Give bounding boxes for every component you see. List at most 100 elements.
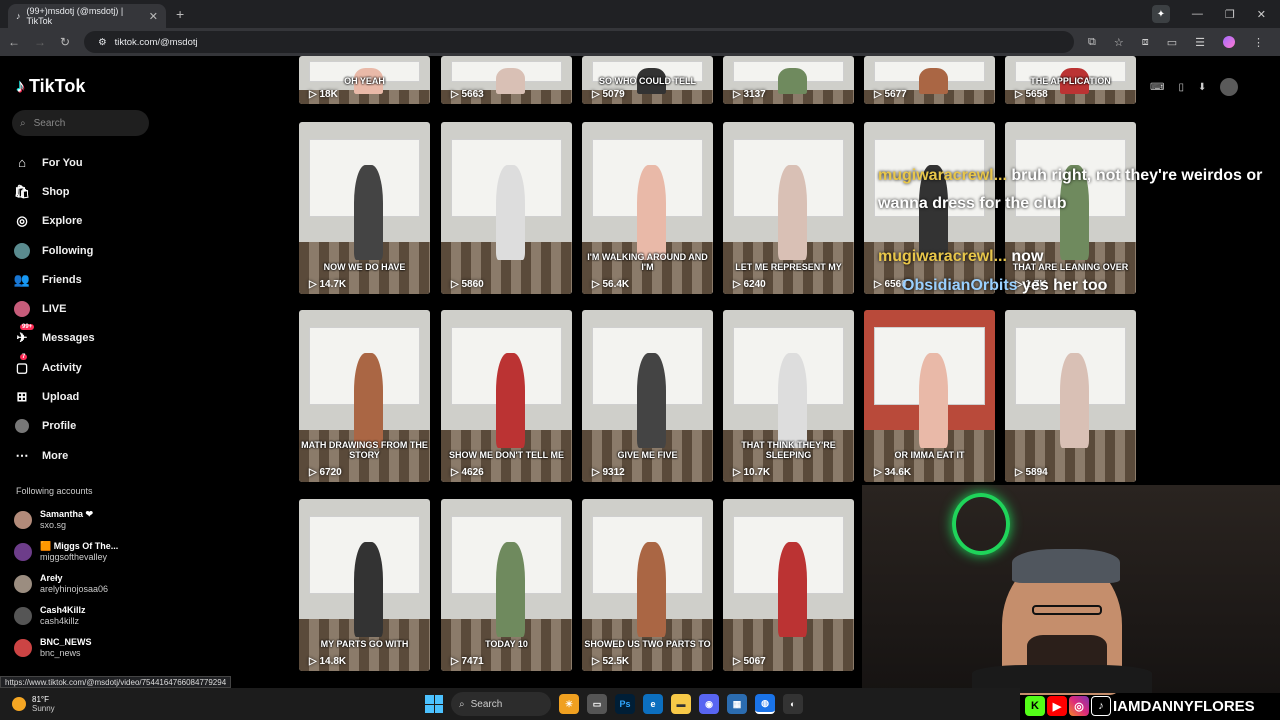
- following-account[interactable]: Cash4Killz cash4killz: [14, 600, 164, 632]
- keyboard-icon[interactable]: ⌨: [1150, 82, 1164, 93]
- video-thumbnail[interactable]: ▷ 5663: [441, 56, 572, 104]
- video-thumbnail[interactable]: I'M WALKING AROUND AND I'M ▷ 56.4K: [582, 122, 713, 294]
- new-tab-icon[interactable]: +: [176, 6, 184, 22]
- reload-icon[interactable]: ↻: [60, 35, 70, 49]
- close-tab-icon[interactable]: ✕: [149, 10, 158, 23]
- view-count-value: 34.6K: [884, 467, 912, 478]
- extensions-icon[interactable]: ⧈: [1142, 36, 1149, 49]
- taskbar-search[interactable]: ⌕ Search: [451, 692, 551, 716]
- minimize-icon[interactable]: —: [1192, 8, 1203, 20]
- view-count: ▷ 34.6K: [874, 467, 911, 478]
- app-icon-store[interactable]: ▦: [727, 694, 747, 714]
- video-thumbnail[interactable]: MATH DRAWINGS FROM THE STORY ▷ 6720: [299, 310, 430, 482]
- discord-icon[interactable]: ◉: [699, 694, 719, 714]
- sidebar-item-explore[interactable]: ◎ Explore: [14, 207, 164, 236]
- sidebar-item-for-you[interactable]: ⌂ For You: [14, 148, 164, 177]
- chat-message: mugiwaracrewl... now: [878, 248, 1043, 266]
- chat-username: ObsidianOrbits: [902, 277, 1018, 294]
- status-url-tooltip: https://www.tiktok.com/@msdotj/video/754…: [0, 676, 232, 688]
- view-count-value: 5677: [884, 89, 907, 100]
- teacher-figure: [637, 353, 666, 448]
- video-thumbnail[interactable]: ▷ 3137: [723, 56, 854, 104]
- tiktok-favicon-icon: ♪: [16, 11, 21, 21]
- video-thumbnail[interactable]: SHOWED US TWO PARTS TO ▷ 52.5K: [582, 499, 713, 671]
- address-bar[interactable]: ⚙ tiktok.com/@msdotj: [84, 31, 1074, 53]
- app-icon-widgets[interactable]: ☀: [559, 694, 579, 714]
- bookmark-star-icon[interactable]: ☆: [1114, 36, 1124, 49]
- play-icon: ▷: [592, 656, 603, 667]
- sidebar-item-upload[interactable]: ⊞ Upload: [14, 382, 164, 411]
- view-count-value: 14.8K: [319, 656, 347, 667]
- sidebar-item-following[interactable]: Following: [14, 236, 164, 265]
- install-icon[interactable]: ⧉: [1088, 36, 1096, 49]
- video-thumbnail[interactable]: ▷ 5677: [864, 56, 995, 104]
- neon-sign: [952, 493, 1010, 555]
- site-info-icon[interactable]: ⚙: [98, 37, 107, 48]
- following-account[interactable]: BNC_NEWS bnc_news: [14, 632, 164, 664]
- edge-icon[interactable]: e: [643, 694, 663, 714]
- windows-start-icon[interactable]: [425, 695, 443, 713]
- video-thumbnail[interactable]: TODAY 10 ▷ 7471: [441, 499, 572, 671]
- file-explorer-icon[interactable]: ▬: [671, 694, 691, 714]
- account-handle: miggsofthevalley: [40, 552, 108, 562]
- friends-icon: 👥: [13, 271, 31, 287]
- video-thumbnail[interactable]: ▷ 5860: [441, 122, 572, 294]
- app-icon-obs[interactable]: ◐: [783, 694, 803, 714]
- gemini-icon[interactable]: ✦: [1151, 5, 1170, 23]
- user-avatar[interactable]: [1220, 78, 1239, 96]
- video-thumbnail[interactable]: OR IMMA EAT IT ▷ 34.6K: [864, 310, 995, 482]
- video-thumbnail[interactable]: THAT THINK THEY'RE SLEEPING ▷ 10.7K: [723, 310, 854, 482]
- video-caption: OR IMMA EAT IT: [894, 450, 965, 460]
- chat-message: ObsidianOrbits yes her too: [902, 277, 1107, 295]
- nav-label: Profile: [42, 420, 77, 433]
- video-thumbnail[interactable]: ▷ 5894: [1005, 310, 1136, 482]
- sidebar-item-shop[interactable]: 🛍 Shop: [14, 177, 164, 206]
- video-thumbnail[interactable]: SO WHO COULD TELL ▷ 5079: [582, 56, 713, 104]
- kick-icon: K: [1025, 696, 1045, 716]
- download-icon[interactable]: ⬇: [1198, 82, 1206, 93]
- cast-icon[interactable]: ▭: [1167, 36, 1177, 49]
- search-input[interactable]: ⌕ Search: [12, 110, 149, 136]
- account-handle: bnc_news: [40, 648, 81, 658]
- teacher-figure: [919, 353, 948, 448]
- close-window-icon[interactable]: ✕: [1257, 8, 1266, 21]
- restore-icon[interactable]: ❐: [1225, 8, 1235, 21]
- weather-widget[interactable]: 81°F Sunny: [12, 695, 55, 713]
- sidebar-item-friends[interactable]: 👥 Friends: [14, 265, 164, 294]
- search-icon: ⌕: [20, 117, 26, 129]
- video-thumbnail[interactable]: SHOW ME DON'T TELL ME ▷ 4626: [441, 310, 572, 482]
- view-count: ▷ 6240: [733, 279, 766, 290]
- task-view-icon[interactable]: ▭: [587, 694, 607, 714]
- video-thumbnail[interactable]: ▷ 5067: [723, 499, 854, 671]
- profile-avatar-icon[interactable]: [1223, 35, 1235, 48]
- sidebar-item-profile[interactable]: Profile: [14, 412, 164, 441]
- phone-icon[interactable]: ▯: [1178, 82, 1184, 93]
- following-account[interactable]: Areły arelyhinojosaa06: [14, 568, 164, 600]
- activity-icon: ▢ 7: [15, 353, 29, 375]
- video-thumbnail[interactable]: NOW WE DO HAVE ▷ 14.7K: [299, 122, 430, 294]
- reading-list-icon[interactable]: ☰: [1195, 36, 1205, 49]
- video-caption: SHOWED US TWO PARTS TO: [584, 639, 711, 649]
- chrome-icon[interactable]: ◍: [755, 694, 775, 714]
- back-icon[interactable]: ←: [8, 35, 20, 49]
- sidebar-item-messages[interactable]: ✈ 99+ Messages: [14, 324, 164, 353]
- sidebar-item-live[interactable]: LIVE: [14, 294, 164, 323]
- video-thumbnail[interactable]: GIVE ME FIVE ▷ 9312: [582, 310, 713, 482]
- sidebar-item-more[interactable]: ⋯ More: [14, 441, 164, 470]
- sidebar-item-activity[interactable]: ▢ 7 Activity: [14, 353, 164, 382]
- video-thumbnail[interactable]: THE APPLICATION ▷ 5658: [1005, 56, 1136, 104]
- kebab-menu-icon[interactable]: ⋮: [1253, 36, 1264, 49]
- messages-icon: ✈ 99+: [16, 324, 35, 346]
- browser-tab[interactable]: ♪ (99+)msdotj (@msdotj) | TikTok ✕: [8, 4, 166, 28]
- tiktok-logo[interactable]: ♪ TikTok: [16, 76, 85, 97]
- following-account[interactable]: 🟧 Miggs Of The... miggsofthevalley: [14, 536, 164, 568]
- following-accounts-list: Samantha ❤ sxo.sg 🟧 Miggs Of The... miggso…: [14, 504, 164, 664]
- chat-username: mugiwaracrewl...: [878, 248, 1007, 265]
- video-thumbnail[interactable]: LET ME REPRESENT MY ▷ 6240: [723, 122, 854, 294]
- video-thumbnail[interactable]: MY PARTS GO WITH ▷ 14.8K: [299, 499, 430, 671]
- following-account[interactable]: Samantha ❤ sxo.sg: [14, 504, 164, 536]
- view-count: ▷ 6720: [309, 467, 342, 478]
- photoshop-icon[interactable]: Ps: [615, 694, 635, 714]
- video-thumbnail[interactable]: OH YEAH ▷ 18K: [299, 56, 430, 104]
- forward-icon[interactable]: →: [34, 35, 46, 49]
